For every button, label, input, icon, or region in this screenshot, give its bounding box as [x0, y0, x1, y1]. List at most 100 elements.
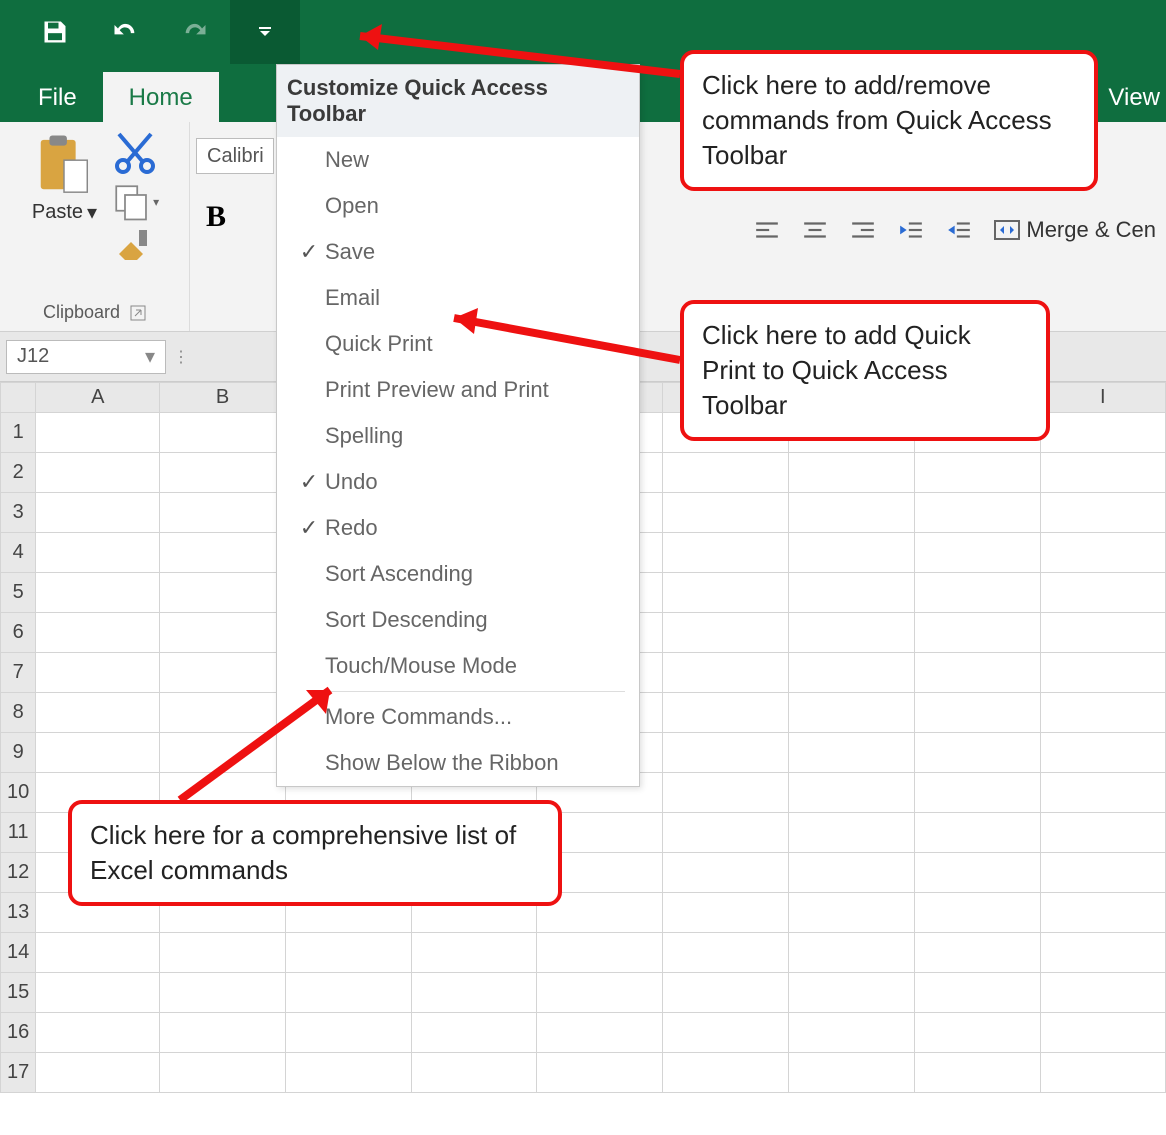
cell[interactable]	[1040, 413, 1165, 453]
row-header[interactable]: 2	[1, 453, 36, 493]
cell[interactable]	[663, 733, 789, 773]
qat-menu-item[interactable]: Sort Ascending	[277, 551, 639, 597]
cell[interactable]	[788, 1053, 914, 1093]
cell[interactable]	[411, 1013, 537, 1053]
cell[interactable]	[914, 653, 1040, 693]
row-header[interactable]: 12	[1, 853, 36, 893]
grip-icon[interactable]: ⋮	[166, 347, 196, 367]
cell[interactable]	[788, 493, 914, 533]
cell[interactable]	[36, 933, 160, 973]
cell[interactable]	[788, 853, 914, 893]
row-header[interactable]: 11	[1, 813, 36, 853]
tab-home[interactable]: Home	[103, 72, 219, 122]
cell[interactable]	[788, 613, 914, 653]
cell[interactable]	[1040, 613, 1165, 653]
row-header[interactable]: 14	[1, 933, 36, 973]
merge-center-button[interactable]: Merge & Cen	[994, 217, 1156, 243]
qat-menu-item[interactable]: ✓Undo	[277, 459, 639, 505]
cell[interactable]	[914, 1053, 1040, 1093]
cell[interactable]	[914, 813, 1040, 853]
align-left-icon[interactable]	[754, 219, 780, 241]
decrease-indent-icon[interactable]	[898, 219, 924, 241]
cut-button[interactable]	[111, 134, 159, 174]
qat-menu-item[interactable]: Sort Descending	[277, 597, 639, 643]
cell[interactable]	[36, 453, 160, 493]
cell[interactable]	[788, 453, 914, 493]
increase-indent-icon[interactable]	[946, 219, 972, 241]
cell[interactable]	[1040, 933, 1165, 973]
tab-view[interactable]: View	[1108, 84, 1166, 122]
cell[interactable]	[788, 813, 914, 853]
cell[interactable]	[411, 933, 537, 973]
row-header[interactable]: 8	[1, 693, 36, 733]
cell[interactable]	[663, 973, 789, 1013]
copy-button[interactable]: ▾	[111, 182, 159, 222]
cell[interactable]	[914, 613, 1040, 653]
cell[interactable]	[160, 1053, 286, 1093]
cell[interactable]	[663, 853, 789, 893]
tab-file[interactable]: File	[12, 72, 103, 122]
row-header[interactable]: 4	[1, 533, 36, 573]
cell[interactable]	[36, 693, 160, 733]
undo-button[interactable]	[90, 0, 160, 64]
cell[interactable]	[411, 973, 537, 1013]
cell[interactable]	[537, 933, 663, 973]
cell[interactable]	[663, 1053, 789, 1093]
cell[interactable]	[788, 973, 914, 1013]
cell[interactable]	[160, 613, 286, 653]
cell[interactable]	[788, 693, 914, 733]
cell[interactable]	[914, 493, 1040, 533]
cell[interactable]	[36, 493, 160, 533]
cell[interactable]	[663, 693, 789, 733]
cell[interactable]	[1040, 693, 1165, 733]
row-header[interactable]: 6	[1, 613, 36, 653]
cell[interactable]	[36, 573, 160, 613]
cell[interactable]	[663, 773, 789, 813]
cell[interactable]	[1040, 1013, 1165, 1053]
cell[interactable]	[788, 653, 914, 693]
cell[interactable]	[160, 933, 286, 973]
cell[interactable]	[663, 933, 789, 973]
cell[interactable]	[663, 493, 789, 533]
cell[interactable]	[160, 973, 286, 1013]
cell[interactable]	[36, 613, 160, 653]
cell[interactable]	[914, 733, 1040, 773]
cell[interactable]	[1040, 453, 1165, 493]
cell[interactable]	[663, 573, 789, 613]
cell[interactable]	[663, 653, 789, 693]
cell[interactable]	[914, 1013, 1040, 1053]
cell[interactable]	[914, 533, 1040, 573]
cell[interactable]	[1040, 893, 1165, 933]
chevron-down-icon[interactable]: ▾	[145, 344, 155, 369]
cell[interactable]	[1040, 493, 1165, 533]
row-header[interactable]: 9	[1, 733, 36, 773]
cell[interactable]	[537, 1013, 663, 1053]
save-button[interactable]	[20, 0, 90, 64]
row-header[interactable]: 10	[1, 773, 36, 813]
cell[interactable]	[914, 773, 1040, 813]
cell[interactable]	[411, 1053, 537, 1093]
cell[interactable]	[1040, 853, 1165, 893]
select-all-corner[interactable]	[1, 383, 36, 413]
cell[interactable]	[1040, 1053, 1165, 1093]
cell[interactable]	[1040, 773, 1165, 813]
cell[interactable]	[36, 1053, 160, 1093]
row-header[interactable]: 17	[1, 1053, 36, 1093]
cell[interactable]	[36, 653, 160, 693]
cell[interactable]	[914, 933, 1040, 973]
cell[interactable]	[788, 533, 914, 573]
row-header[interactable]: 5	[1, 573, 36, 613]
qat-menu-item[interactable]: New	[277, 137, 639, 183]
cell[interactable]	[160, 413, 286, 453]
row-header[interactable]: 16	[1, 1013, 36, 1053]
cell[interactable]	[36, 1013, 160, 1053]
cell[interactable]	[36, 973, 160, 1013]
redo-button[interactable]	[160, 0, 230, 64]
cell[interactable]	[537, 1053, 663, 1093]
align-right-icon[interactable]	[850, 219, 876, 241]
qat-menu-item[interactable]: ✓Save	[277, 229, 639, 275]
align-center-icon[interactable]	[802, 219, 828, 241]
column-header[interactable]: I	[1040, 383, 1165, 413]
cell[interactable]	[1040, 973, 1165, 1013]
cell[interactable]	[1040, 533, 1165, 573]
